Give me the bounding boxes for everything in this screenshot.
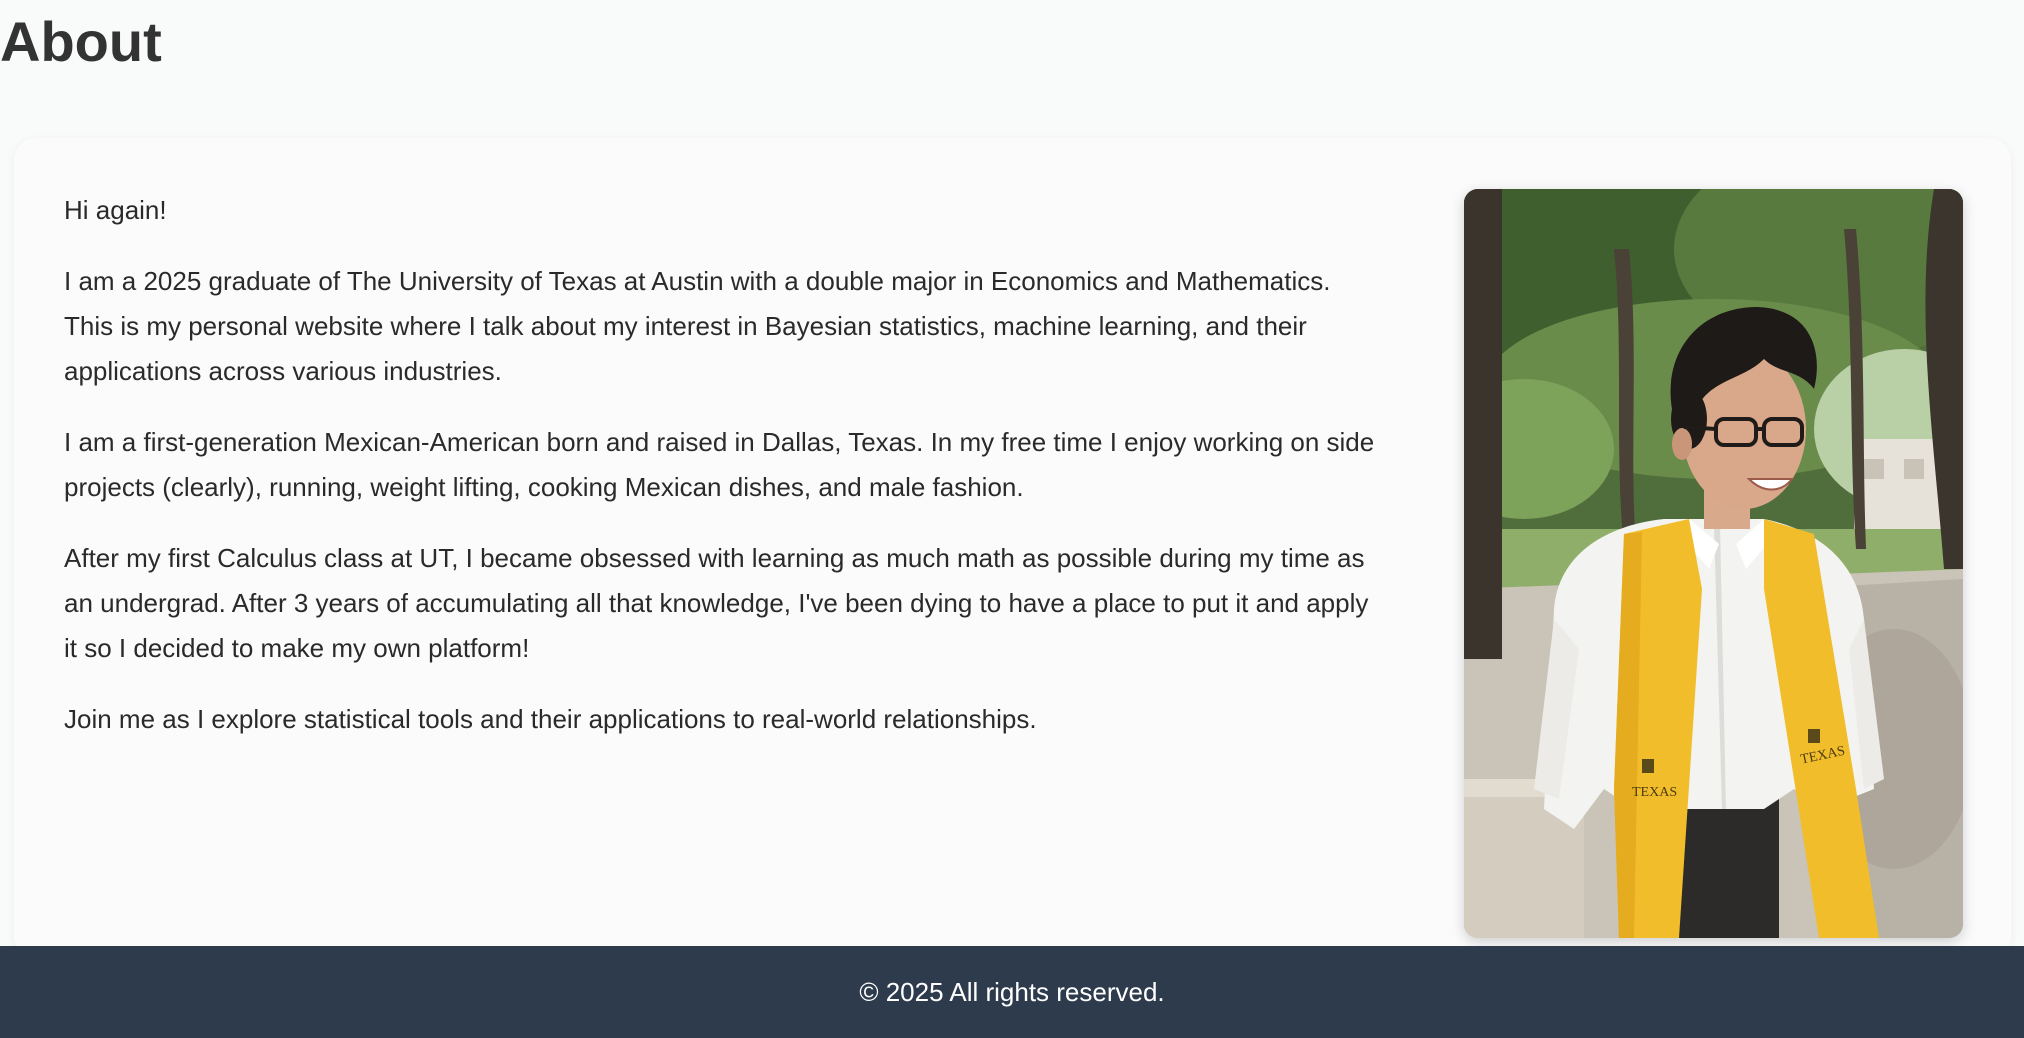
stole-text-left: TEXAS [1632,785,1677,800]
about-card: Hi again! I am a 2025 graduate of The Un… [14,138,2011,958]
greeting-text: Hi again! [64,195,167,225]
about-text: Hi again! I am a 2025 graduate of The Un… [64,188,1384,768]
about-paragraph: I am a first-generation Mexican-American… [64,427,1375,502]
copyright-text: © 2025 All rights reserved. [859,976,1165,1007]
about-paragraph: After my first Calculus class at UT, I b… [64,543,1369,663]
site-footer: © 2025 All rights reserved. [0,946,2024,1038]
profile-photo: TEXAS TEXAS [1464,189,1963,938]
about-paragraph: Join me as I explore statistical tools a… [64,704,1037,734]
page-title: About [0,10,162,73]
about-page: About Hi again! I am a 2025 graduate of … [0,0,2024,1038]
about-paragraph: I am a 2025 graduate of The University o… [64,266,1331,386]
